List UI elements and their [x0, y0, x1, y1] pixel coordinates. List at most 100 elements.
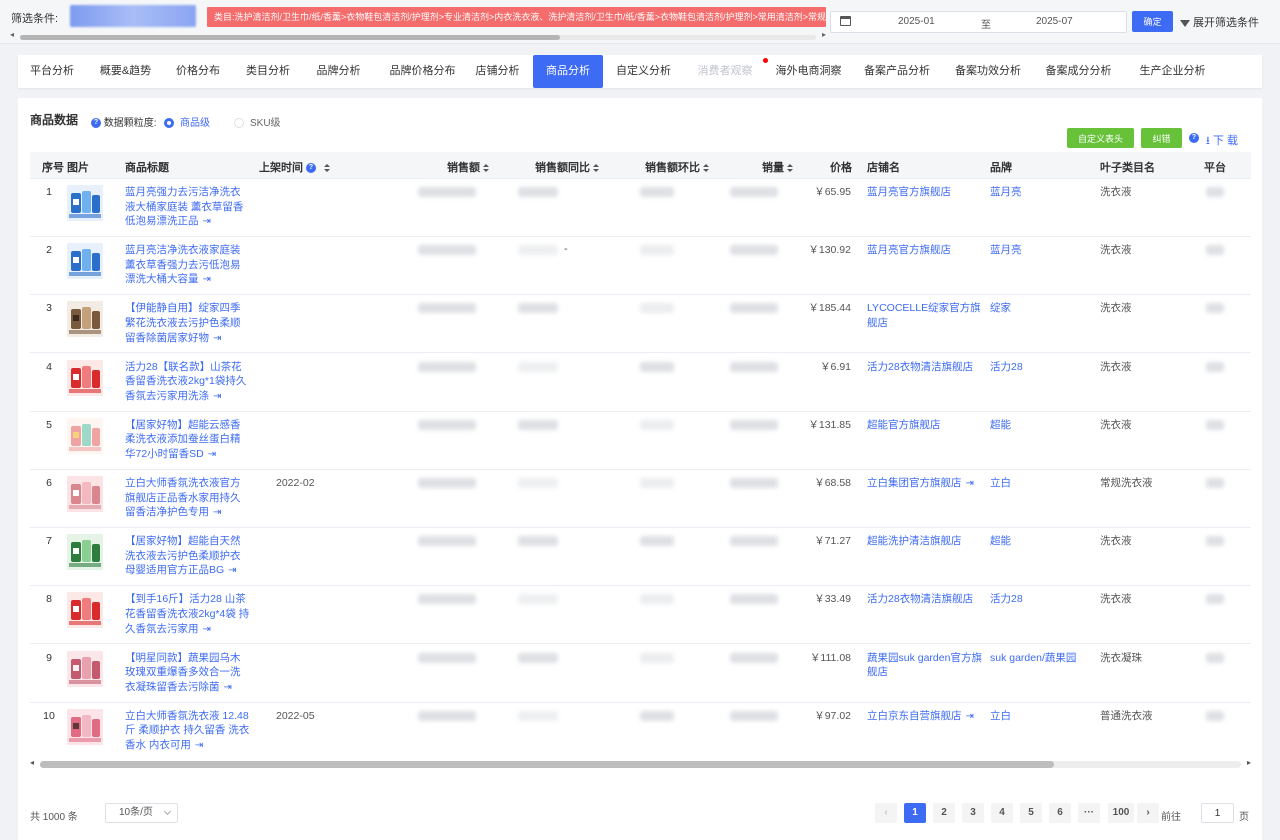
correction-button[interactable]: 纠错: [1141, 128, 1182, 148]
shop-name-link[interactable]: LYCOCELLE绽家官方旗舰店: [867, 301, 989, 330]
product-title-link[interactable]: 【居家好物】超能自天然洗衣液去污护色柔顺护衣母婴适用官方正品BG ⇥: [125, 534, 250, 579]
brand-link[interactable]: 蓝月亮: [990, 185, 1095, 200]
external-link-icon[interactable]: ⇥: [203, 624, 211, 635]
tab-5[interactable]: 品牌分析: [305, 55, 372, 88]
page-button[interactable]: 4: [991, 803, 1013, 823]
help-icon[interactable]: ?: [91, 118, 101, 129]
col-sales-yoy[interactable]: 销售额同比: [535, 159, 599, 175]
next-page-button[interactable]: ›: [1137, 803, 1159, 823]
product-title-link[interactable]: 立白大师香氛洗衣液 12.48斤 柔顺护衣 持久留香 洗衣香水 内衣可用 ⇥: [125, 709, 250, 752]
tab-8[interactable]: 商品分析: [533, 55, 603, 88]
shop-name-link[interactable]: 蓝月亮官方旗舰店: [867, 243, 989, 258]
page-button[interactable]: 2: [933, 803, 955, 823]
tab-7[interactable]: 店铺分析: [463, 55, 532, 88]
date-start[interactable]: 2025-01: [898, 16, 935, 27]
tab-11[interactable]: 海外电商洞察: [768, 55, 849, 88]
page-size-select[interactable]: 10条/页: [105, 803, 178, 823]
radio-product-level[interactable]: 商品级: [164, 114, 210, 129]
product-image[interactable]: [67, 534, 103, 571]
sort-icon[interactable]: [324, 163, 331, 173]
scroll-left-icon[interactable]: ◂: [30, 758, 34, 767]
page-button[interactable]: 5: [1020, 803, 1042, 823]
external-link-icon[interactable]: ⇥: [224, 682, 232, 693]
expand-filter-button[interactable]: 展开筛选条件: [1180, 14, 1259, 30]
external-link-icon[interactable]: ⇥: [208, 449, 216, 460]
external-link-icon[interactable]: ⇥: [228, 565, 236, 576]
shop-name-link[interactable]: 蓝月亮官方旗舰店: [867, 185, 989, 200]
tab-6[interactable]: 品牌价格分布: [374, 55, 471, 88]
brand-link[interactable]: 超能: [990, 534, 1095, 549]
product-image[interactable]: [67, 417, 103, 454]
page-button[interactable]: 3: [962, 803, 984, 823]
external-link-icon[interactable]: ⇥: [213, 391, 221, 402]
external-link-icon[interactable]: ⇥: [195, 740, 203, 751]
product-image[interactable]: [67, 650, 103, 687]
brand-link[interactable]: 活力28: [990, 360, 1095, 375]
shop-name-link[interactable]: 立白京东自营旗舰店 ⇥: [867, 709, 989, 725]
date-range-picker[interactable]: 2025-01 至 2025-07: [830, 11, 1127, 33]
filter-category-tag[interactable]: 类目:洗护清洁剂/卫生巾/纸/香薰>衣物鞋包清洁剂/护理剂>专业清洁剂>内衣洗衣…: [207, 7, 826, 27]
col-sales[interactable]: 销售额: [447, 159, 489, 175]
product-image[interactable]: [67, 592, 103, 629]
tab-10[interactable]: 消费者观察: [684, 55, 768, 88]
help-icon[interactable]: ?: [306, 163, 317, 174]
tab-15[interactable]: 生产企业分析: [1125, 55, 1220, 88]
sort-icon[interactable]: [593, 163, 599, 173]
product-image[interactable]: [67, 301, 103, 338]
col-volume[interactable]: 销量: [762, 159, 793, 175]
scroll-left-icon[interactable]: ◂: [10, 30, 14, 39]
scroll-right-icon[interactable]: ▸: [822, 30, 826, 39]
product-title-link[interactable]: 【居家好物】超能云感香柔洗衣液添加蚕丝蛋白精华72小时留香SD ⇥: [125, 418, 250, 463]
sort-icon[interactable]: [787, 163, 793, 173]
shop-name-link[interactable]: 立白集团官方旗舰店 ⇥: [867, 476, 989, 492]
brand-link[interactable]: 蓝月亮: [990, 243, 1095, 258]
page-button[interactable]: 1: [904, 803, 926, 823]
tab-13[interactable]: 备案功效分析: [944, 55, 1032, 88]
product-image[interactable]: [67, 708, 103, 745]
filter-blurred-value[interactable]: [70, 5, 196, 27]
sort-icon[interactable]: [483, 163, 489, 173]
product-title-link[interactable]: 蓝月亮洁净洗衣液家庭装 薰衣草香强力去污低泡易漂洗大桶大容量 ⇥: [125, 243, 250, 288]
prev-page-button[interactable]: ‹: [875, 803, 897, 823]
goto-page-input[interactable]: [1201, 803, 1234, 823]
external-link-icon[interactable]: ⇥: [213, 333, 221, 344]
product-image[interactable]: [67, 359, 103, 396]
shop-name-link[interactable]: 活力28衣物清洁旗舰店: [867, 360, 989, 375]
brand-link[interactable]: suk garden/蔬果园: [990, 651, 1095, 666]
external-link-icon[interactable]: ⇥: [203, 274, 211, 285]
shop-name-link[interactable]: 超能官方旗舰店: [867, 418, 989, 433]
product-image[interactable]: [67, 185, 103, 221]
filter-scrollbar[interactable]: ◂ ▸: [10, 30, 826, 41]
product-title-link[interactable]: 活力28【联名款】山茶花香留香洗衣液2kg*1袋持久香氛去污家用洗涤 ⇥: [125, 360, 250, 405]
tab-3[interactable]: 价格分布: [165, 55, 231, 88]
tab-1[interactable]: 平台分析: [18, 55, 86, 88]
external-link-icon[interactable]: ⇥: [966, 711, 974, 722]
product-title-link[interactable]: 【伊能静自用】绽家四季繁花洗衣液去污护色柔顺留香除菌居家好物 ⇥: [125, 301, 250, 346]
product-image[interactable]: [67, 243, 103, 280]
shop-name-link[interactable]: 蔬果园suk garden官方旗舰店: [867, 651, 989, 680]
product-title-link[interactable]: 蓝月亮强力去污洁净洗衣液大桶家庭装 薰衣草留香低泡易漂洗正品 ⇥: [125, 185, 250, 230]
tab-12[interactable]: 备案产品分析: [852, 55, 942, 88]
tab-2[interactable]: 概要&趋势: [88, 55, 163, 88]
col-sales-mom[interactable]: 销售额环比: [645, 159, 709, 175]
brand-link[interactable]: 活力28: [990, 592, 1095, 607]
sort-icon[interactable]: [703, 163, 709, 173]
tab-4[interactable]: 类目分析: [233, 55, 303, 88]
download-button[interactable]: ⭳ 下 载: [1206, 132, 1238, 151]
help-icon[interactable]: ?: [1189, 133, 1199, 143]
product-title-link[interactable]: 【明星同款】蔬果园乌木玫瑰双重爆香多效合一洗衣凝珠留香去污除菌 ⇥: [125, 651, 250, 696]
shop-name-link[interactable]: 活力28衣物清洁旗舰店: [867, 592, 989, 607]
custom-header-button[interactable]: 自定义表头: [1067, 128, 1134, 148]
table-horizontal-scrollbar[interactable]: ◂ ▸: [30, 758, 1251, 770]
product-image[interactable]: [67, 476, 103, 512]
external-link-icon[interactable]: ⇥: [213, 507, 221, 518]
confirm-button[interactable]: 确定: [1132, 11, 1173, 32]
radio-sku-level[interactable]: SKU级: [234, 114, 281, 129]
product-title-link[interactable]: 立白大师香氛洗衣液官方旗舰店正品香水家用持久留香洁净护色专用 ⇥: [125, 476, 250, 521]
external-link-icon[interactable]: ⇥: [203, 216, 211, 227]
external-link-icon[interactable]: ⇥: [966, 478, 974, 489]
brand-link[interactable]: 立白: [990, 476, 1095, 491]
page-ellipsis[interactable]: ···: [1078, 803, 1100, 823]
page-button[interactable]: 100: [1108, 803, 1134, 823]
tab-14[interactable]: 备案成分分析: [1034, 55, 1123, 88]
